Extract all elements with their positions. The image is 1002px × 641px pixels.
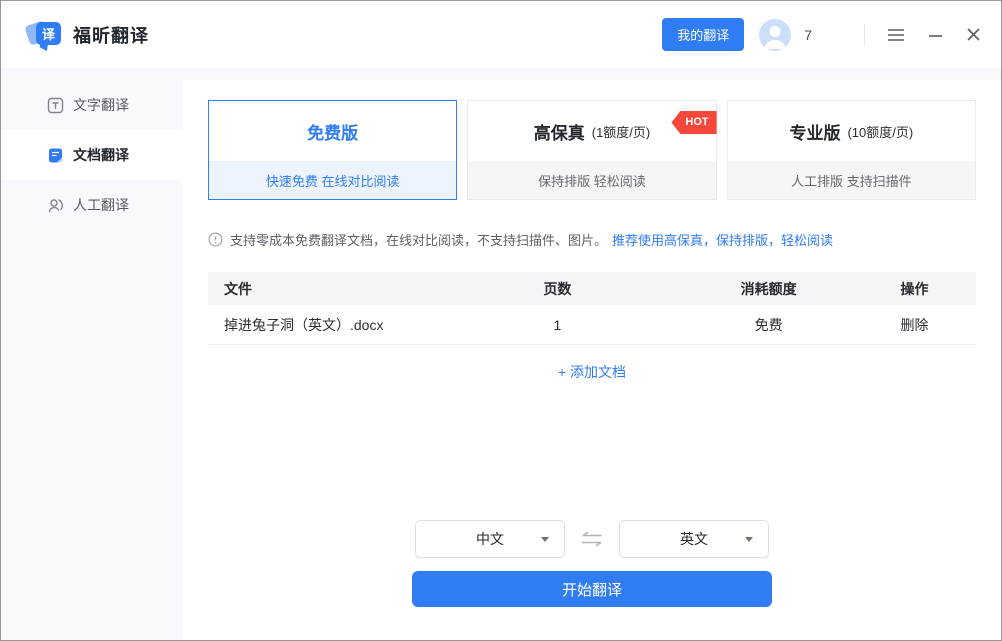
cost-value: 免费 <box>684 315 853 335</box>
chevron-down-icon <box>745 537 753 542</box>
human-translate-icon <box>47 197 64 214</box>
title-bar: 译 福昕翻译 我的翻译 7 <box>1 1 1001 68</box>
app-logo-icon: 译 <box>27 19 63 51</box>
plan-price: (10额度/页) <box>847 122 913 141</box>
hot-badge: HOT <box>671 111 716 134</box>
sidebar-item-human-translate[interactable]: 人工翻译 <box>1 180 183 230</box>
sidebar-item-text-translate[interactable]: 文字翻译 <box>1 80 183 130</box>
my-translations-button[interactable]: 我的翻译 <box>662 18 744 51</box>
plan-name: 专业版 <box>789 119 840 144</box>
window-controls <box>887 27 981 42</box>
menu-icon[interactable] <box>887 28 905 42</box>
info-circle-icon <box>208 232 223 247</box>
header-cost: 消耗额度 <box>684 279 853 299</box>
plan-subtitle: 快速免费 在线对比阅读 <box>209 161 456 199</box>
main-panel: 免费版 快速免费 在线对比阅读 HOT 高保真 (1额度/页) 保持排版 轻松阅… <box>183 80 1001 640</box>
start-translate-button[interactable]: 开始翻译 <box>412 571 772 607</box>
source-language-value: 中文 <box>476 529 504 549</box>
target-language-value: 英文 <box>680 529 708 549</box>
credits-count: 7 <box>804 27 812 43</box>
plan-name: 免费版 <box>307 119 358 144</box>
document-translate-icon <box>47 147 64 164</box>
text-translate-icon <box>47 97 64 114</box>
notice-bar: 支持零成本免费翻译文档，在线对比阅读，不支持扫描件、图片。 推荐使用高保真，保持… <box>208 230 976 249</box>
person-icon <box>759 19 791 51</box>
sidebar-item-label: 文字翻译 <box>73 95 129 115</box>
swap-languages-button[interactable] <box>579 530 605 548</box>
app-title: 福昕翻译 <box>73 22 149 48</box>
plan-subtitle: 保持排版 轻松阅读 <box>468 161 715 199</box>
header-pages: 页数 <box>431 279 684 299</box>
plan-subtitle: 人工排版 支持扫描件 <box>728 161 975 199</box>
close-icon[interactable] <box>966 27 981 42</box>
body-area: 文字翻译 文档翻译 人工翻译 <box>1 68 1001 640</box>
source-language-select[interactable]: 中文 <box>415 520 565 558</box>
sidebar-item-label: 文档翻译 <box>73 145 129 165</box>
plan-card-free[interactable]: 免费版 快速免费 在线对比阅读 <box>208 100 457 200</box>
target-language-select[interactable]: 英文 <box>619 520 769 558</box>
user-avatar[interactable] <box>759 19 791 51</box>
chevron-down-icon <box>541 537 549 542</box>
plan-card-professional[interactable]: 专业版 (10额度/页) 人工排版 支持扫描件 <box>727 100 976 200</box>
notice-text: 支持零成本免费翻译文档，在线对比阅读，不支持扫描件、图片。 <box>230 230 607 249</box>
sidebar-item-label: 人工翻译 <box>73 195 129 215</box>
file-name: 掉进兔子洞（英文）.docx <box>208 315 431 335</box>
titlebar-right-cluster: 我的翻译 7 <box>662 18 981 51</box>
header-file: 文件 <box>208 279 431 299</box>
delete-button[interactable]: 删除 <box>853 315 976 335</box>
document-table: 文件 页数 消耗额度 操作 掉进兔子洞（英文）.docx 1 免费 删除 <box>208 272 976 345</box>
page-count: 1 <box>431 317 684 333</box>
plan-cards: 免费版 快速免费 在线对比阅读 HOT 高保真 (1额度/页) 保持排版 轻松阅… <box>208 100 976 200</box>
add-document-button[interactable]: + 添加文档 <box>208 362 976 382</box>
language-bar: 中文 英文 <box>208 520 976 558</box>
header-action: 操作 <box>853 279 976 299</box>
table-row: 掉进兔子洞（英文）.docx 1 免费 删除 <box>208 305 976 345</box>
table-header: 文件 页数 消耗额度 操作 <box>208 272 976 305</box>
plan-name: 高保真 <box>534 119 585 144</box>
plan-price: (1额度/页) <box>592 122 651 141</box>
plan-card-high-fidelity[interactable]: HOT 高保真 (1额度/页) 保持排版 轻松阅读 <box>467 100 716 200</box>
titlebar-divider <box>864 24 865 46</box>
notice-recommend-link[interactable]: 推荐使用高保真，保持排版，轻松阅读 <box>612 230 833 249</box>
minimize-icon[interactable] <box>928 28 943 42</box>
app-window: 译 福昕翻译 我的翻译 7 <box>0 0 1002 641</box>
sidebar: 文字翻译 文档翻译 人工翻译 <box>1 68 183 640</box>
logo-glyph: 译 <box>36 22 61 45</box>
swap-arrows-icon <box>580 531 604 547</box>
sidebar-item-document-translate[interactable]: 文档翻译 <box>1 130 183 180</box>
